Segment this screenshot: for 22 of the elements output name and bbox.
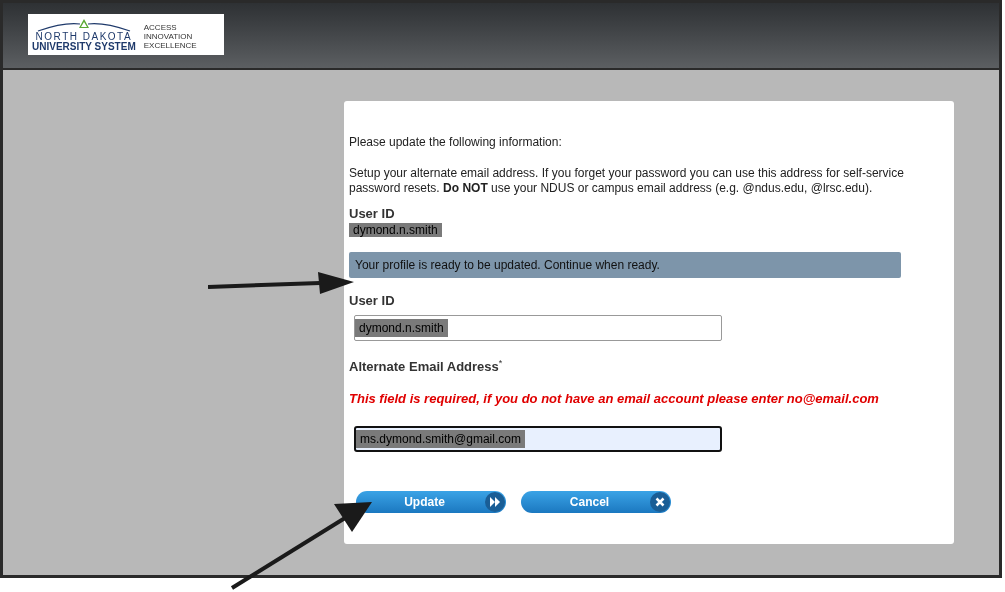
email-field-value: ms.dymond.smith@gmail.com xyxy=(356,430,525,448)
email-field[interactable]: ms.dymond.smith@gmail.com xyxy=(354,426,722,452)
notice-banner: Your profile is ready to be updated. Continue when ready. xyxy=(349,251,901,278)
intro-text: Please update the following information: xyxy=(349,134,563,151)
error-message: This field is required, if you do not have an email account please enter no@email.com xyxy=(349,389,880,408)
close-icon xyxy=(650,492,670,512)
required-mark: * xyxy=(498,357,503,368)
user-id-field-value: dymond.n.smith xyxy=(355,319,448,337)
logo-title: NORTH DAKOTA xyxy=(35,31,133,42)
user-id-label: User ID xyxy=(349,205,396,223)
update-button[interactable]: Update xyxy=(356,491,506,513)
logo-subtitle: UNIVERSITY SYSTEM xyxy=(32,41,136,52)
user-id-value: dymond.n.smith xyxy=(349,222,442,237)
logo-tagline: INNOVATION xyxy=(143,32,194,41)
user-id-field-label: User ID xyxy=(349,291,396,310)
cancel-button[interactable]: Cancel xyxy=(521,491,671,513)
logo-tagline: EXCELLENCE xyxy=(143,41,197,50)
logo-tagline: ACCESS xyxy=(143,23,178,32)
user-id-field[interactable]: dymond.n.smith xyxy=(354,315,722,341)
description-text: Setup your alternate email address. If you forget your password you can use this address for self-service password resets. Do NOT use your NDUS or campus email address (e.g. @ndus.edu, @lrsc.edu). xyxy=(349,166,905,196)
email-field-label: Alternate Email Address xyxy=(349,358,499,376)
fast-forward-icon xyxy=(485,492,505,512)
